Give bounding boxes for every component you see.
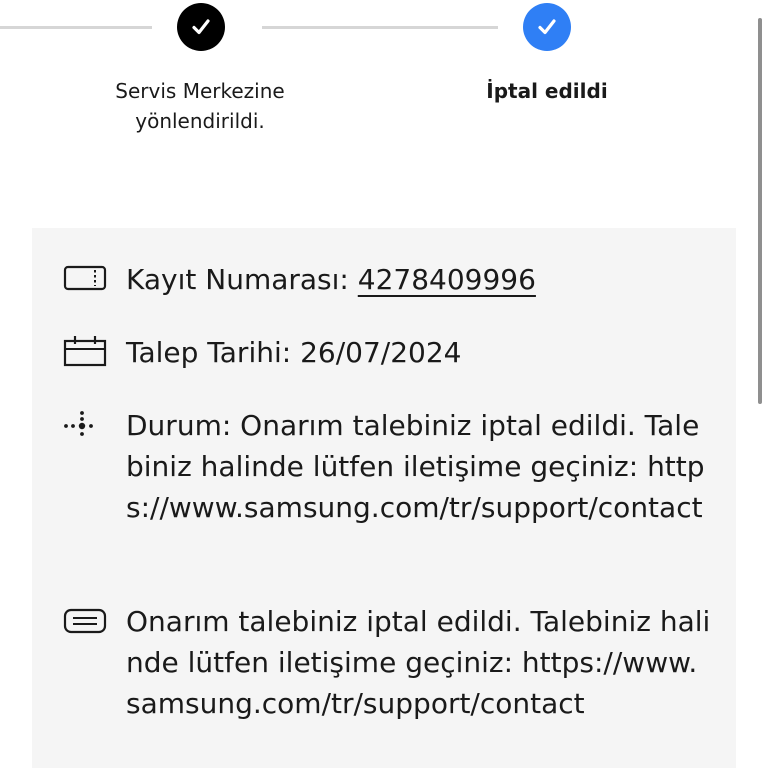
repair-info-panel: Kayıt Numarası: 4278409996 Talep Tarihi:…: [32, 228, 736, 768]
step-current-indicator: [523, 3, 571, 51]
status-row: Durum: Onarım talebiniz iptal edildi. Ta…: [62, 405, 711, 528]
message-icon: [63, 608, 107, 634]
step-completed-indicator: [177, 3, 225, 51]
step-label-cancelled: İptal edildi: [486, 79, 608, 103]
record-number-row: Kayıt Numarası: 4278409996: [62, 259, 711, 300]
progress-connector: [262, 26, 498, 29]
step-label-service-center: Servis Merkezine yönlendirildi.: [115, 79, 285, 133]
status-text: Durum: Onarım talebiniz iptal edildi. Ta…: [126, 409, 705, 524]
request-date-row: Talep Tarihi: 26/07/2024: [62, 332, 711, 373]
calendar-icon: [63, 336, 107, 367]
message-row: Onarım talebiniz iptal edildi. Talebiniz…: [62, 601, 711, 724]
progress-tracker: Servis Merkezine yönlendirildi. İptal ed…: [0, 0, 752, 228]
progress-connector: [0, 26, 152, 29]
check-icon: [538, 19, 556, 35]
ticket-icon: [63, 265, 107, 291]
check-icon: [192, 19, 210, 35]
record-number-text: Kayıt Numarası: 4278409996: [126, 263, 536, 296]
record-number-link[interactable]: 4278409996: [358, 263, 536, 296]
scrollbar[interactable]: [758, 18, 762, 404]
request-date-text: Talep Tarihi: 26/07/2024: [126, 336, 462, 369]
message-text: Onarım talebiniz iptal edildi. Talebiniz…: [126, 605, 711, 720]
status-dots-icon: [64, 411, 93, 436]
